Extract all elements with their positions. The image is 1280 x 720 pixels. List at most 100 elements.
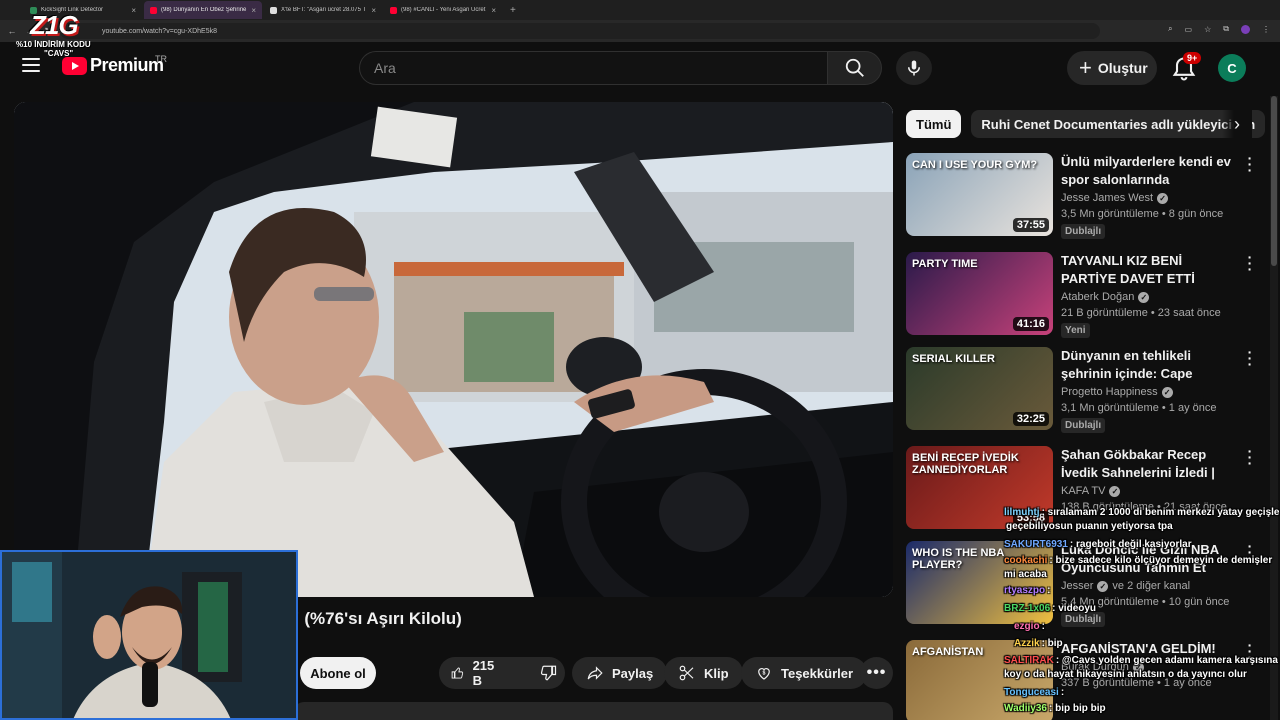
clip-group: Klip [664,657,743,689]
like-dislike-group: 215 B [439,657,565,689]
tab-favicon [270,6,277,14]
video-thumbnail[interactable]: PARTY TIME 41:16 [906,252,1053,335]
chat-text: : @Cavs yolden gecen adamı kamera karşıs… [1055,655,1278,666]
video-info: Dünyanın en tehlikeli şehrinin içinde: C… [1061,347,1237,433]
chat-text: : bip [1041,638,1063,649]
stream-chat-overlay: lilmuhtj: sıralamam 2 1000 di benim merk… [1004,505,1280,720]
address-bar[interactable]: youtube.com/watch?v=cgu-XDhE5k8 [60,23,1100,39]
chat-message: Azzik: bip [1014,638,1063,650]
chat-message: cookachi: bize sadece kilo ölçüyor demey… [1004,555,1272,567]
chat-message: koy o da hayat hikayesini anlatsın o da … [1004,669,1247,681]
video-title[interactable]: TAYVANLI KIZ BENİ PARTİYE DAVET ETTİ İZL… [1061,252,1237,288]
chat-text: : sıralamam 2 1000 di benim merkezi yata… [1041,507,1280,518]
tab-close-icon[interactable]: × [371,6,376,15]
video-menu-icon[interactable]: · · · [1246,345,1254,371]
search-box[interactable] [359,51,828,85]
chat-username: BRZ-1x06 [1004,603,1051,614]
thumbnail-caption: PARTY TIME [912,258,978,270]
channel-name[interactable]: Ataberk Doğan [1061,291,1134,303]
chat-text: mi acaba [1004,569,1047,580]
account-avatar[interactable]: C [1218,54,1246,82]
video-duration: 41:16 [1012,317,1049,331]
share-button[interactable]: Paylaş [572,657,668,689]
video-info: Şahan Gökbakar Recep İvedik Sahnelerini … [1061,446,1237,513]
tab-favicon [150,6,157,14]
browser-tab-strip: KickSight Link Detector × (98) Dünyanın … [0,0,1280,20]
recommended-video[interactable]: PARTY TIME 41:16 TAYVANLI KIZ BENİ PARTİYE… [906,250,1260,338]
chat-username: rtyaszpo [1004,585,1046,596]
chat-username: SAKURT6931 [1004,539,1068,550]
cast-icon[interactable]: ▭ [1185,25,1193,34]
more-horizontal-icon: ••• [866,664,887,681]
thumbnail-caption: SERIAL KILLER [912,353,995,365]
extensions-icon[interactable]: ⧉ [1223,24,1229,34]
dislike-button[interactable] [527,657,569,689]
recommended-video[interactable]: SERIAL KILLER 32:25 Dünyanın en tehlikeli … [906,345,1260,433]
new-tab-button[interactable]: + [504,5,522,16]
search-input[interactable] [374,60,828,76]
bookmark-star-icon[interactable]: ☆ [1204,25,1211,34]
screen: KickSight Link Detector × (98) Dünyanın … [0,0,1280,720]
video-title: ! (%76'sı Aşırı Kilolu) [294,609,462,628]
chat-text: : [1041,621,1045,632]
tab-close-icon[interactable]: × [131,6,136,15]
badge-label: Dublajlı [1065,226,1102,237]
thanks-button[interactable]: $ Teşekkürler [741,657,868,689]
search-button[interactable] [827,51,882,85]
zoom-icon[interactable]: ⌕ [1168,24,1172,34]
video-title[interactable]: Ünlü milyarderlere kendi ev spor salonla… [1061,153,1237,189]
share-group: Paylaş [572,657,668,689]
recommended-video[interactable]: CAN I USE YOUR GYM? 37:55 Ünlü milyarderle… [906,151,1260,239]
video-info: Ünlü milyarderlere kendi ev spor salonla… [1061,153,1237,239]
profile-icon[interactable] [1241,24,1250,34]
chips-next-chevron-icon[interactable]: › [1222,110,1252,138]
stream-sponsor-logo: Z1G %10 İNDİRİM KODU "CAVS" [16,10,106,60]
chat-username: Wadiiy36 [1004,703,1047,714]
video-thumbnail[interactable]: CAN I USE YOUR GYM? 37:55 [906,153,1053,236]
country-code: TR [155,54,167,64]
tab-close-icon[interactable]: × [491,6,496,15]
plus-icon: + [1079,55,1092,80]
video-title[interactable]: Şahan Gökbakar Recep İvedik Sahnelerini … [1061,446,1237,482]
browser-tab[interactable]: (98) #CANLI - Yeni Asgari Ücret × [384,1,502,19]
like-dislike-pill: 215 B [439,657,565,689]
verified-check-icon: ✓ [1138,291,1150,303]
more-actions-button[interactable]: ••• [860,657,893,689]
video-player[interactable] [14,102,893,597]
thanks-group: $ Teşekkürler [741,657,868,689]
browser-toolbar: ← → ↻ youtube.com/watch?v=cgu-XDhE5k8 ⌕ … [0,20,1280,42]
browser-menu-icon[interactable]: ⋮ [1262,25,1270,34]
browser-tab[interactable]: X'te BFT: "Asgari ücret 28.075 T × [264,1,382,19]
video-menu-icon[interactable]: · · · [1246,151,1254,177]
browser-tab-active[interactable]: (98) Dünyanın En Obez Şehrine × [144,1,262,19]
verified-check-icon: ✓ [1157,192,1169,204]
chat-message: geçebiliyosun puanın yetiyorsa tpa [1006,521,1173,533]
create-button[interactable]: + Oluştur [1067,51,1157,85]
video-menu-icon[interactable]: · · · [1246,250,1254,276]
video-title[interactable]: Dünyanın en tehlikeli şehrinin içinde: C… [1061,347,1237,383]
channel-name[interactable]: Jesse James West [1061,192,1153,204]
youtube-masthead: Premium TR + Oluştur 9+ C [0,42,1280,96]
chat-text: koy o da hayat hikayesini anlatsın o da … [1004,669,1247,680]
video-duration: 32:25 [1012,412,1049,426]
menu-hamburger-icon[interactable] [22,58,40,72]
channel-row: Ataberk Doğan ✓ [1061,291,1237,303]
channel-row: Progetto Happiness ✓ [1061,386,1237,398]
channel-name[interactable]: Progetto Happiness [1061,386,1158,398]
clip-button[interactable]: Klip [664,657,743,689]
svg-text:$: $ [763,671,766,677]
tab-title: (98) #CANLI - Yeni Asgari Ücret [401,7,486,13]
chat-message: Wadiiy36: bip bip bip [1004,703,1106,715]
channel-name[interactable]: KAFA TV [1061,485,1105,497]
tab-title: X'te BFT: "Asgari ücret 28.075 T [281,7,367,13]
tab-close-icon[interactable]: × [251,6,256,15]
chip-all[interactable]: Tümü [906,110,962,138]
scrollbar-thumb[interactable] [1271,96,1277,266]
thumbs-up-icon [451,667,464,679]
subscribe-button[interactable]: Abone ol [300,657,376,689]
like-button[interactable]: 215 B [439,657,511,689]
description-box[interactable] [294,702,893,720]
video-thumbnail[interactable]: SERIAL KILLER 32:25 [906,347,1053,430]
voice-search-button[interactable] [896,51,932,85]
video-menu-icon[interactable]: · · · [1246,444,1254,470]
